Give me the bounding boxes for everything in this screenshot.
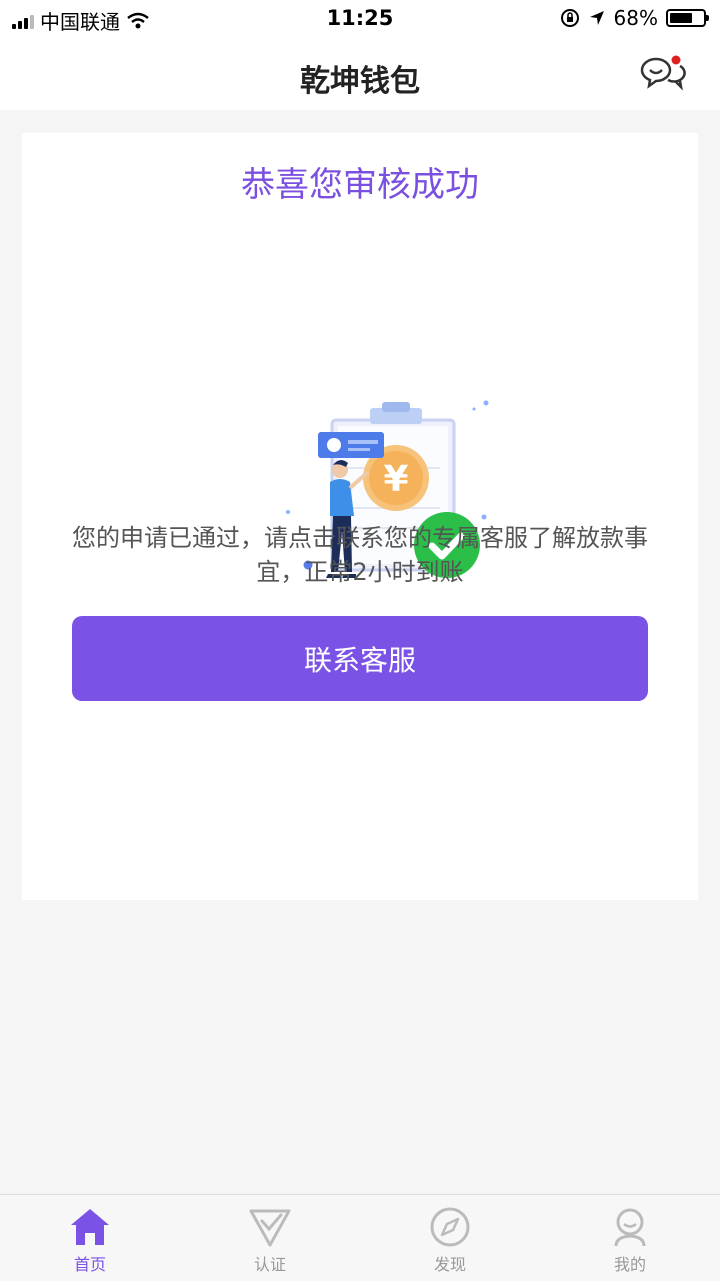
compass-icon	[430, 1207, 470, 1247]
svg-text:¥: ¥	[383, 459, 408, 500]
contact-service-button[interactable]: 联系客服	[72, 616, 648, 701]
status-bar: 中国联通 11:25 68%	[0, 0, 720, 36]
tab-label-discover: 发现	[433, 1255, 466, 1274]
chat-bubbles-icon	[640, 55, 686, 91]
home-icon	[71, 1209, 109, 1245]
tab-label-mine: 我的	[613, 1255, 646, 1274]
battery-percent: 68%	[613, 6, 658, 30]
rotation-lock-icon	[560, 9, 579, 27]
battery-icon	[666, 9, 709, 27]
tab-label-verify: 认证	[253, 1255, 286, 1274]
tab-mine[interactable]: 我的	[570, 1207, 690, 1275]
tab-discover[interactable]: 发现	[390, 1207, 510, 1275]
status-right: 68%	[560, 6, 709, 30]
location-icon	[589, 11, 604, 25]
check-shield-icon	[249, 1209, 291, 1247]
tab-label-home: 首页	[73, 1255, 106, 1274]
user-icon	[614, 1208, 646, 1247]
page-title: 乾坤钱包	[300, 64, 420, 99]
tab-verify[interactable]: 认证	[210, 1207, 330, 1275]
nav-bar: 乾坤钱包	[0, 36, 720, 110]
customer-service-button[interactable]	[638, 54, 686, 94]
notification-dot	[671, 55, 681, 65]
approval-message: 您的申请已通过，请点击联系您的专属客服了解放款事宜，正常2小时到账	[72, 524, 648, 586]
tab-bar: 首页 认证 发现 我的	[0, 1194, 720, 1281]
success-title: 恭喜您审核成功	[241, 165, 479, 205]
tab-home[interactable]: 首页	[30, 1207, 150, 1275]
result-card: 恭喜您审核成功 ¥ 您的申请已通过，请点击联系您的专属客服了解放款事宜，正常2小…	[22, 133, 698, 900]
